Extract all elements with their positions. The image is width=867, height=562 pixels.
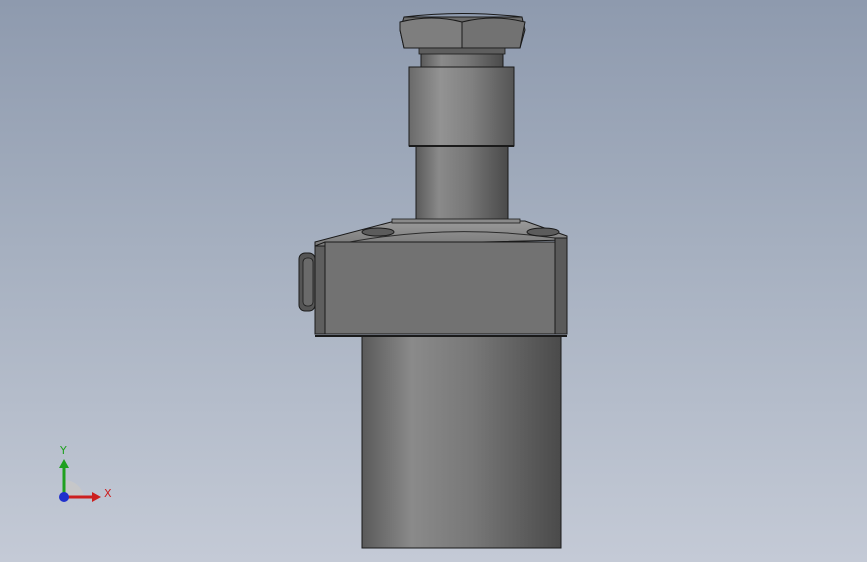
mounting-hole: [361, 227, 395, 237]
3d-model[interactable]: [0, 0, 867, 562]
side-port[interactable]: [298, 252, 316, 312]
collar[interactable]: [408, 51, 515, 147]
mounting-hole: [526, 227, 560, 237]
base-cylinder[interactable]: [361, 335, 562, 549]
piston-rod[interactable]: [391, 145, 521, 224]
hex-nut[interactable]: [399, 13, 526, 55]
x-axis-label: X: [104, 487, 112, 500]
z-axis: [59, 492, 69, 502]
y-axis-label: Y: [59, 444, 67, 457]
y-axis-arrow: [59, 459, 69, 468]
graphics-viewport[interactable]: Y X: [0, 0, 867, 562]
orientation-triad[interactable]: Y X: [50, 440, 120, 510]
mounting-block[interactable]: [298, 220, 568, 337]
x-axis-arrow: [92, 492, 101, 502]
